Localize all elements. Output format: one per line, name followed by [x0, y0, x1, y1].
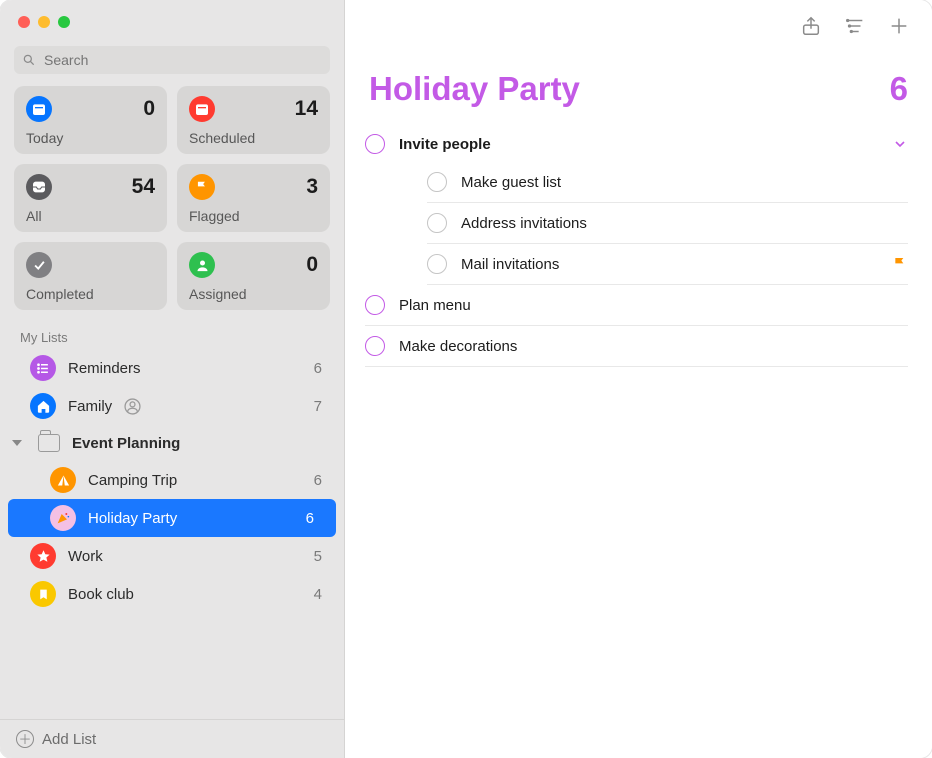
sidebar-item-family[interactable]: Family 7	[0, 387, 344, 425]
sidebar-item-label: Camping Trip	[88, 472, 177, 489]
sidebar-item-label: Work	[68, 548, 103, 565]
sidebar-item-count: 4	[314, 586, 326, 603]
today-icon	[26, 96, 52, 122]
smart-label: Today	[26, 130, 155, 146]
share-button[interactable]	[800, 15, 822, 37]
toolbar	[345, 0, 932, 52]
reminder-text: Make guest list	[461, 174, 561, 191]
sidebar-item-count: 7	[314, 398, 326, 415]
completed-icon	[26, 252, 52, 278]
reminder-text: Invite people	[399, 136, 491, 153]
reminder-row[interactable]: Plan menu	[365, 285, 908, 326]
add-list-button[interactable]: ＋ Add List	[0, 719, 344, 758]
chevron-down-icon[interactable]	[892, 136, 908, 152]
smart-list-assigned[interactable]: 0 Assigned	[177, 242, 330, 310]
completion-toggle[interactable]	[365, 134, 385, 154]
list-count: 6	[890, 70, 908, 108]
reminder-row[interactable]: Address invitations	[427, 203, 908, 244]
sidebar-item-reminders[interactable]: Reminders 6	[0, 349, 344, 387]
completion-toggle[interactable]	[427, 172, 447, 192]
fullscreen-window-button[interactable]	[58, 16, 70, 28]
completion-toggle[interactable]	[427, 254, 447, 274]
scheduled-icon	[189, 96, 215, 122]
reminder-row[interactable]: Invite people	[365, 124, 908, 162]
sidebar-item-label: Holiday Party	[88, 510, 177, 527]
smart-label: Scheduled	[189, 130, 318, 146]
sidebar-item-count: 6	[306, 510, 318, 527]
assigned-icon	[189, 252, 215, 278]
my-lists-heading: My Lists	[0, 316, 344, 349]
minimize-window-button[interactable]	[38, 16, 50, 28]
window: 0 Today 14 Scheduled 54 All 3 Flagged Co…	[0, 0, 932, 758]
reminder-text: Make decorations	[399, 338, 517, 355]
star-icon	[30, 543, 56, 569]
smart-label: Completed	[26, 286, 155, 302]
reminder-row[interactable]: Make guest list	[427, 162, 908, 203]
smart-lists-grid: 0 Today 14 Scheduled 54 All 3 Flagged Co…	[0, 86, 344, 316]
lists-area: Reminders 6 Family 7 Event Planning Camp…	[0, 349, 344, 613]
main-panel: Holiday Party 6 Invite people Make guest…	[345, 0, 932, 758]
sidebar-item-label: Family	[68, 398, 112, 415]
bookmark-icon	[30, 581, 56, 607]
smart-list-flagged[interactable]: 3 Flagged	[177, 164, 330, 232]
reminder-text: Mail invitations	[461, 256, 559, 273]
smart-list-scheduled[interactable]: 14 Scheduled	[177, 86, 330, 154]
sidebar-item-label: Reminders	[68, 360, 141, 377]
sidebar-item-bookclub[interactable]: Book club 4	[0, 575, 344, 613]
flagged-icon	[189, 174, 215, 200]
party-icon	[50, 505, 76, 531]
smart-label: All	[26, 208, 155, 224]
shared-icon	[124, 398, 141, 415]
list-icon	[30, 355, 56, 381]
sidebar-item-count: 5	[314, 548, 326, 565]
plus-icon: ＋	[16, 730, 34, 748]
smart-list-all[interactable]: 54 All	[14, 164, 167, 232]
reminder-text: Plan menu	[399, 297, 471, 314]
smart-count: 0	[143, 97, 155, 121]
sidebar-item-work[interactable]: Work 5	[0, 537, 344, 575]
subtask-group: Make guest list Address invitations Mail i…	[427, 162, 908, 285]
close-window-button[interactable]	[18, 16, 30, 28]
view-options-button[interactable]	[844, 15, 866, 37]
smart-count: 54	[132, 175, 155, 199]
window-controls	[0, 0, 344, 38]
tent-icon	[50, 467, 76, 493]
sidebar-item-camping[interactable]: Camping Trip 6	[0, 461, 344, 499]
completion-toggle[interactable]	[427, 213, 447, 233]
reminder-row[interactable]: Mail invitations	[427, 244, 908, 285]
search-icon	[22, 53, 36, 67]
smart-list-today[interactable]: 0 Today	[14, 86, 167, 154]
flag-icon	[892, 256, 908, 272]
sidebar-item-label: Event Planning	[72, 435, 180, 452]
folder-icon	[38, 434, 60, 452]
add-list-label: Add List	[42, 731, 96, 748]
smart-count: 0	[306, 253, 318, 277]
sidebar-item-count: 6	[314, 360, 326, 377]
sidebar-item-count: 6	[314, 472, 326, 489]
all-icon	[26, 174, 52, 200]
add-reminder-button[interactable]	[888, 15, 910, 37]
list-heading: Holiday Party 6	[345, 52, 932, 120]
completion-toggle[interactable]	[365, 336, 385, 356]
list-title: Holiday Party	[369, 70, 580, 108]
smart-label: Flagged	[189, 208, 318, 224]
sidebar-folder-event-planning[interactable]: Event Planning	[0, 425, 344, 461]
reminder-row[interactable]: Make decorations	[365, 326, 908, 367]
search-field-wrap	[14, 46, 330, 74]
smart-count: 3	[306, 175, 318, 199]
smart-count: 14	[295, 97, 318, 121]
search-input[interactable]	[14, 46, 330, 74]
sidebar: 0 Today 14 Scheduled 54 All 3 Flagged Co…	[0, 0, 345, 758]
completion-toggle[interactable]	[365, 295, 385, 315]
chevron-down-icon	[12, 440, 22, 446]
reminders-list: Invite people Make guest list Address inv…	[345, 120, 932, 367]
house-icon	[30, 393, 56, 419]
sidebar-item-label: Book club	[68, 586, 134, 603]
smart-label: Assigned	[189, 286, 318, 302]
reminder-text: Address invitations	[461, 215, 587, 232]
smart-list-completed[interactable]: Completed	[14, 242, 167, 310]
sidebar-item-holiday[interactable]: Holiday Party 6	[8, 499, 336, 537]
